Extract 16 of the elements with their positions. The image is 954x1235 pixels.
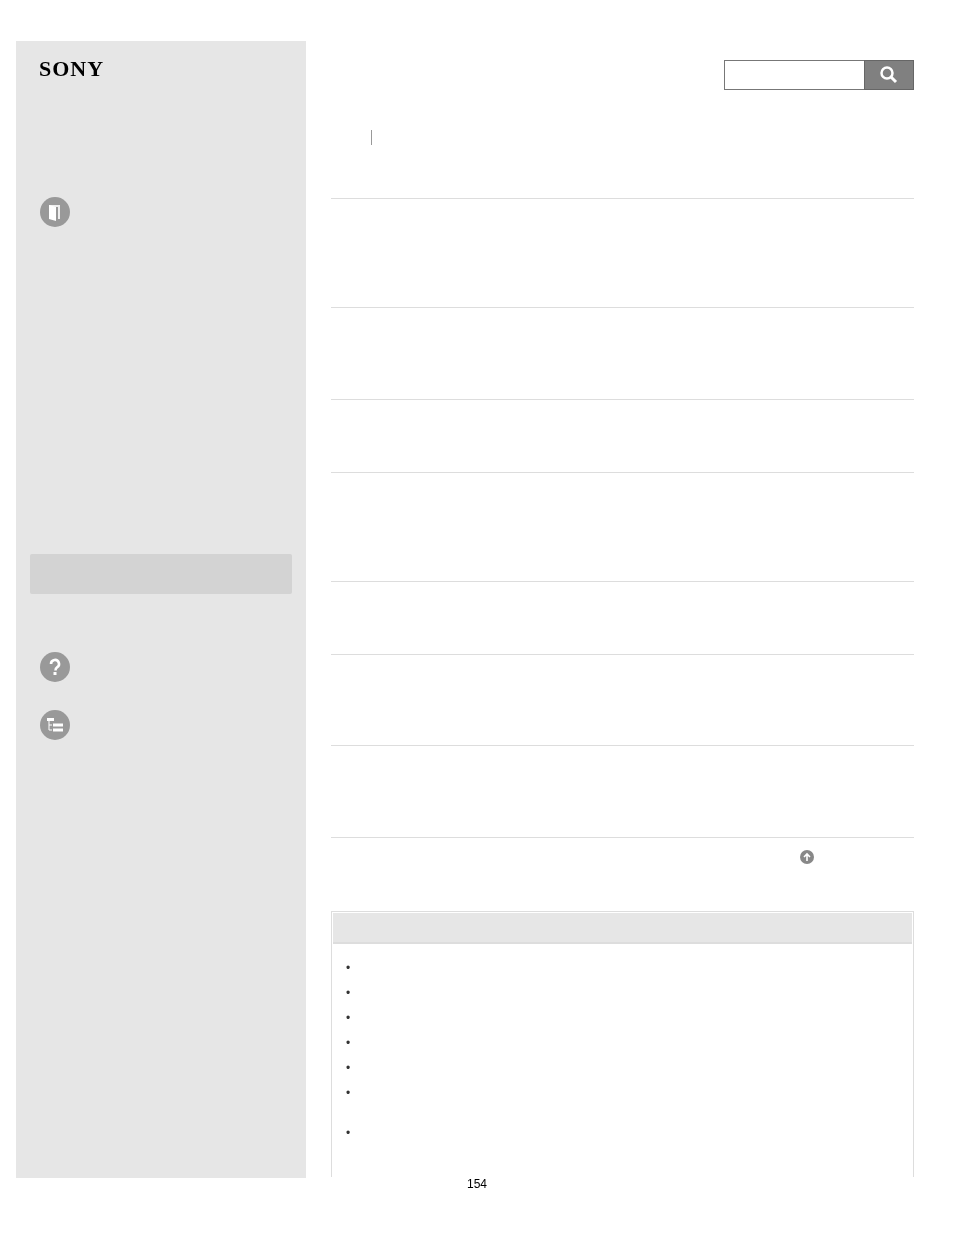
search-button[interactable] xyxy=(864,60,914,90)
page-number: 154 xyxy=(466,1177,488,1191)
search-icon xyxy=(879,65,899,85)
back-to-top-icon[interactable] xyxy=(800,850,814,864)
help-icon[interactable] xyxy=(40,652,70,682)
bullet: • xyxy=(346,1011,351,1025)
bullet: • xyxy=(346,1036,351,1050)
brand-logo: SONY xyxy=(39,57,105,81)
bullet: • xyxy=(346,1126,351,1140)
tree-icon[interactable] xyxy=(40,710,70,740)
bullet: • xyxy=(346,1061,351,1075)
search-field[interactable] xyxy=(724,60,864,90)
book-icon[interactable] xyxy=(40,197,70,227)
bullet: • xyxy=(346,1086,351,1100)
bullet: • xyxy=(346,961,351,975)
bullet: • xyxy=(346,986,351,1000)
